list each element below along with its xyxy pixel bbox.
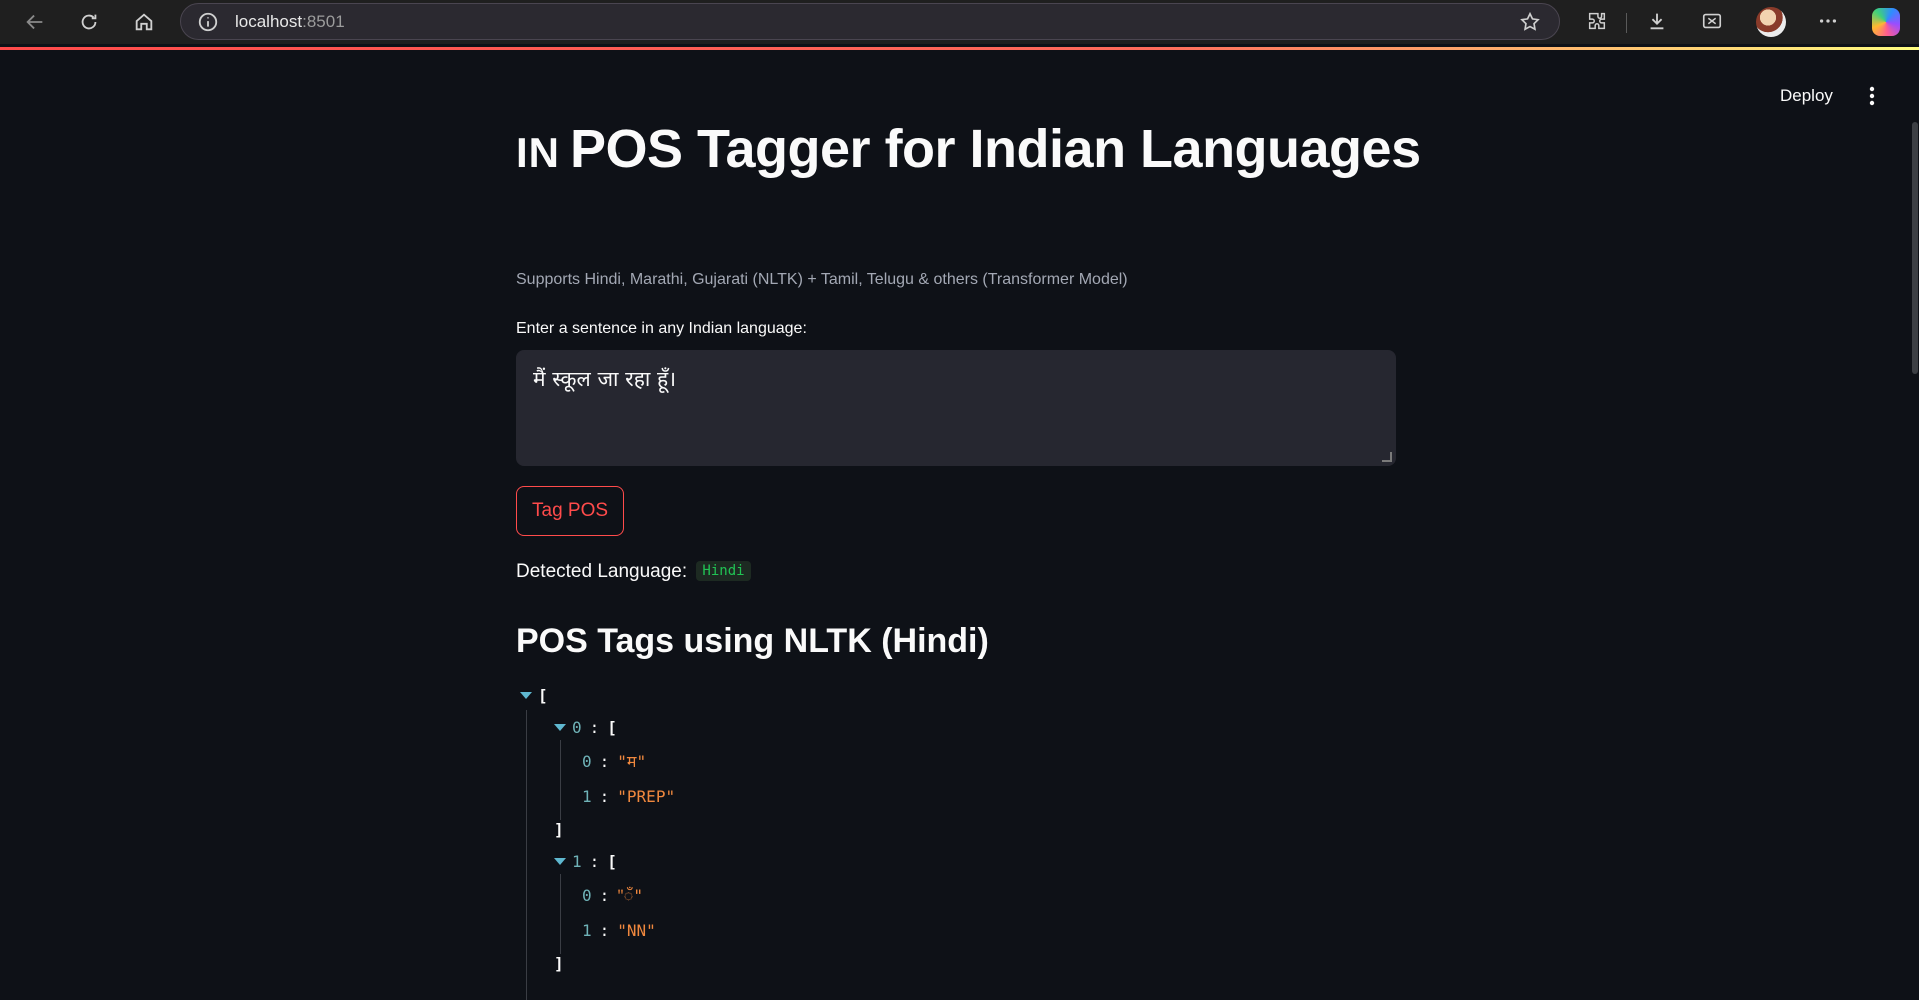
more-menu-button[interactable] [1813, 6, 1843, 36]
json-item-close: ] [554, 818, 564, 842]
json-indent-guide [560, 874, 561, 954]
deploy-button[interactable]: Deploy [1770, 80, 1843, 112]
json-bracket: ] [554, 820, 564, 839]
sentence-textarea[interactable]: मैं स्कूल जा रहा हूँ। [516, 350, 1396, 466]
url-host: localhost [235, 11, 303, 31]
json-entry: 1: "PREP" [582, 787, 676, 806]
home-button[interactable] [126, 4, 162, 40]
url-text: localhost:8501 [235, 12, 345, 32]
json-root-open[interactable]: [ [520, 684, 548, 708]
url-port: :8501 [302, 11, 345, 31]
reload-button[interactable] [71, 4, 107, 40]
textarea-resize-handle[interactable] [1382, 452, 1392, 462]
json-bracket: [ [538, 686, 548, 705]
json-item-open[interactable]: 0:[ [554, 716, 617, 740]
sentence-textarea-value: मैं स्कूल जा रहा हूँ। [533, 367, 677, 391]
ellipsis-icon [1819, 19, 1837, 23]
screenshot-button[interactable] [1697, 6, 1727, 36]
app-header-decoration [0, 47, 1919, 50]
address-bar[interactable]: localhost:8501 [180, 3, 1560, 40]
detected-language: Detected Language: Hindi [516, 561, 751, 583]
main-menu-kebab-icon[interactable] [1862, 84, 1882, 108]
screenshot-icon [1702, 13, 1722, 29]
json-string-value: "ँ" [617, 886, 643, 905]
download-icon [1650, 13, 1664, 30]
json-string-value: "PREP" [617, 787, 676, 806]
json-bracket: [ [607, 718, 617, 737]
json-key: 1 [572, 852, 582, 871]
extensions-button[interactable] [1582, 6, 1612, 36]
supported-languages-caption: Supports Hindi, Marathi, Gujarati (NLTK)… [516, 271, 1128, 288]
json-indent-guide [526, 710, 527, 1000]
toolbar-divider [1626, 13, 1627, 33]
json-entry: 1: "NN" [582, 921, 656, 940]
india-flag-icon: IN [516, 129, 560, 176]
json-item-open[interactable]: 1:[ [554, 850, 617, 874]
downloads-button[interactable] [1642, 6, 1672, 36]
json-bracket: [ [607, 852, 617, 871]
detected-language-label: Detected Language: [516, 561, 688, 582]
browser-toolbar: localhost:8501 [0, 0, 1919, 44]
json-item-close: ] [554, 952, 564, 976]
page-title-text: POS Tagger for Indian Languages [570, 119, 1421, 179]
collapse-triangle-icon[interactable] [520, 692, 532, 699]
home-icon [135, 13, 153, 31]
json-entry: 0: "म" [582, 752, 647, 771]
json-entry: 0: "ँ" [582, 886, 643, 905]
tag-pos-button[interactable]: Tag POS [516, 486, 625, 536]
sentence-input-label: Enter a sentence in any Indian language: [516, 320, 807, 337]
profile-avatar[interactable] [1756, 7, 1786, 37]
json-bracket: ] [554, 954, 564, 973]
json-indent-guide [560, 740, 561, 820]
collapse-triangle-icon[interactable] [554, 724, 566, 731]
page-title: IN POS Tagger for Indian Languages [516, 118, 1421, 180]
json-string-value: "म" [617, 752, 647, 771]
json-string-value: "NN" [617, 921, 656, 940]
reload-icon [81, 14, 97, 30]
puzzle-icon [1588, 12, 1606, 30]
back-arrow-icon [26, 14, 43, 30]
page-scrollbar[interactable] [1912, 122, 1918, 374]
collapse-triangle-icon[interactable] [554, 858, 566, 865]
detected-language-code: Hindi [696, 561, 751, 581]
copilot-icon[interactable] [1872, 8, 1900, 36]
json-key: 0 [572, 718, 582, 737]
pos-tags-heading: POS Tags using NLTK (Hindi) [516, 622, 989, 660]
favorite-star-icon[interactable] [1519, 11, 1541, 33]
back-button[interactable] [17, 4, 53, 40]
site-info-icon[interactable] [197, 11, 219, 33]
